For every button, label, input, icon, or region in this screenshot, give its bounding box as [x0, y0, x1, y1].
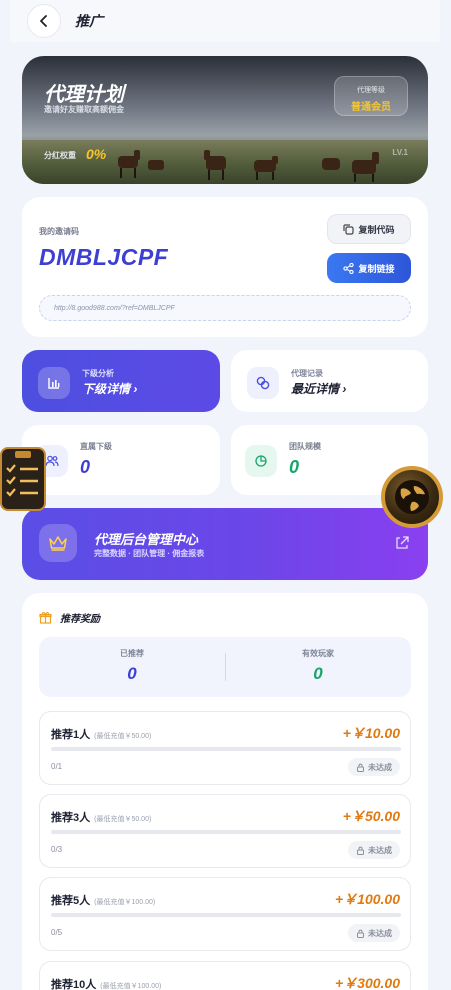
agent-level-corner: LV.1	[392, 148, 408, 157]
tier-progress-text: 0/1	[51, 762, 63, 771]
bar-chart-icon	[38, 367, 70, 399]
direct-subordinates-value: 0	[80, 457, 91, 477]
agent-level-value: 普通会员	[351, 102, 391, 113]
tier-status-label: 未达成	[368, 928, 392, 938]
subordinate-analysis-label: 下级分析	[82, 369, 114, 378]
tier-progress-bar	[51, 913, 401, 917]
tier-reward-amount: +￥50.00	[342, 808, 400, 824]
crown-icon	[39, 524, 77, 562]
tier-name: 推荐10人 (最低充值￥100.00)	[51, 976, 161, 990]
tier-status-badge: 未达成	[348, 758, 400, 776]
agent-level-badge: 代理等级 普通会员	[334, 76, 408, 116]
reward-tier-row: 推荐1人 (最低充值￥50.00) +￥10.00 0/1 未达成	[39, 711, 411, 785]
subordinate-details-link: 下级详情 ›	[82, 382, 138, 396]
task-checklist-float-icon[interactable]	[0, 447, 46, 511]
referred-count: 已推荐 0	[39, 648, 225, 684]
invite-code: DMBLJCPF	[39, 244, 169, 270]
reward-tier-row: 推荐10人(最低充值￥100.00)+￥300.000/10未达成	[39, 961, 411, 990]
banner-subtitle: 邀请好友赚取高额佣金	[44, 105, 124, 114]
tier-progress-text: 0/5	[51, 928, 63, 937]
tier-name: 推荐1人 (最低充值￥50.00)	[51, 726, 151, 742]
invite-code-label: 我的邀请码	[39, 227, 79, 236]
tier-progress-text: 0/3	[51, 845, 63, 854]
admin-center-title: 代理后台管理中心	[94, 532, 199, 547]
copy-code-label: 复制代码	[358, 224, 395, 235]
chevron-left-icon	[40, 15, 47, 27]
recent-details-link: 最近详情 ›	[291, 382, 347, 396]
tier-min-deposit: (最低充值￥50.00)	[94, 816, 152, 823]
top-bar: 推广	[10, 0, 440, 42]
coins-icon	[247, 367, 279, 399]
valid-players-label: 有效玩家	[302, 649, 334, 658]
tier-reward-amount: +￥300.00	[335, 975, 400, 990]
lock-icon	[357, 763, 364, 772]
agent-plan-banner: 代理计划 邀请好友赚取高额佣金 分红权重 0% 代理等级 普通会员 LV.1	[22, 56, 428, 184]
tier-min-deposit: (最低充值￥100.00)	[100, 983, 162, 990]
tier-progress-bar	[51, 747, 401, 751]
referred-value: 0	[127, 664, 137, 683]
tier-name: 推荐3人 (最低充值￥50.00)	[51, 809, 151, 825]
agent-records-label: 代理记录	[291, 369, 323, 378]
copy-code-button[interactable]: 复制代码	[327, 214, 411, 244]
tier-status-badge: 未达成	[348, 841, 400, 859]
tier-name: 推荐5人 (最低充值￥100.00)	[51, 892, 155, 908]
lock-icon	[357, 846, 364, 855]
dividend-weight-label: 分红权重	[44, 151, 76, 160]
referral-rewards-title: 推荐奖励	[60, 614, 100, 625]
referral-rewards-header: 推荐奖励	[39, 610, 100, 625]
subordinate-analysis-tile[interactable]: 下级分析 下级详情 ›	[22, 350, 220, 412]
globe-float-icon[interactable]	[381, 466, 443, 528]
tier-status-badge: 未达成	[348, 924, 400, 942]
referral-summary: 已推荐 0 有效玩家 0	[39, 637, 411, 697]
copy-link-label: 复制链接	[358, 263, 395, 274]
reward-tier-row: 推荐3人 (最低充值￥50.00) +￥50.00 0/3 未达成	[39, 794, 411, 868]
tier-status-label: 未达成	[368, 762, 392, 772]
agent-admin-center-button[interactable]: 代理后台管理中心 完整数据 · 团队管理 · 佣金报表	[22, 508, 428, 580]
agent-level-label: 代理等级	[357, 87, 385, 94]
tier-title: 推荐1人	[51, 729, 91, 741]
tier-reward-amount: +￥10.00	[342, 725, 400, 741]
referral-rewards-card: 推荐奖励 已推荐 0 有效玩家 0 推荐1人 (最低充值￥50.00) +￥10.0…	[22, 593, 428, 990]
banner-title: 代理计划	[44, 84, 124, 106]
page-title: 推广	[75, 13, 103, 29]
invite-card: 我的邀请码 DMBLJCPF 复制代码 复制链接 http://8.good98…	[22, 197, 428, 337]
gift-icon	[39, 612, 52, 624]
share-icon	[343, 262, 355, 274]
tier-status-label: 未达成	[368, 845, 392, 855]
direct-subordinates-label: 直属下级	[80, 442, 112, 451]
tier-title: 推荐10人	[51, 979, 97, 990]
copy-icon	[343, 223, 355, 235]
tier-title: 推荐3人	[51, 812, 91, 824]
tier-min-deposit: (最低充值￥50.00)	[94, 733, 152, 740]
referred-label: 已推荐	[120, 649, 144, 658]
tier-min-deposit: (最低充值￥100.00)	[94, 899, 156, 906]
copy-link-button[interactable]: 复制链接	[327, 253, 411, 283]
team-size-value: 0	[289, 457, 300, 477]
valid-players-value: 0	[313, 664, 323, 683]
reward-tier-row: 推荐5人 (最低充值￥100.00) +￥100.00 0/5 未达成	[39, 877, 411, 951]
valid-players-count: 有效玩家 0	[225, 648, 411, 684]
lock-icon	[357, 929, 364, 938]
external-link-icon	[396, 536, 409, 549]
admin-center-subtitle: 完整数据 · 团队管理 · 佣金报表	[94, 549, 205, 558]
team-size-label: 团队规模	[289, 442, 321, 451]
pie-chart-icon	[245, 445, 277, 477]
tier-progress-bar	[51, 830, 401, 834]
tier-title: 推荐5人	[51, 895, 91, 907]
direct-subordinates-card: 直属下级 0	[22, 425, 220, 495]
invite-link-field[interactable]: http://8.good988.com/?ref=DMBLJCPF	[39, 295, 411, 321]
agent-records-tile[interactable]: 代理记录 最近详情 ›	[231, 350, 428, 412]
tier-reward-amount: +￥100.00	[335, 891, 400, 907]
dividend-weight-value: 0%	[86, 146, 107, 162]
back-button[interactable]	[27, 4, 61, 38]
